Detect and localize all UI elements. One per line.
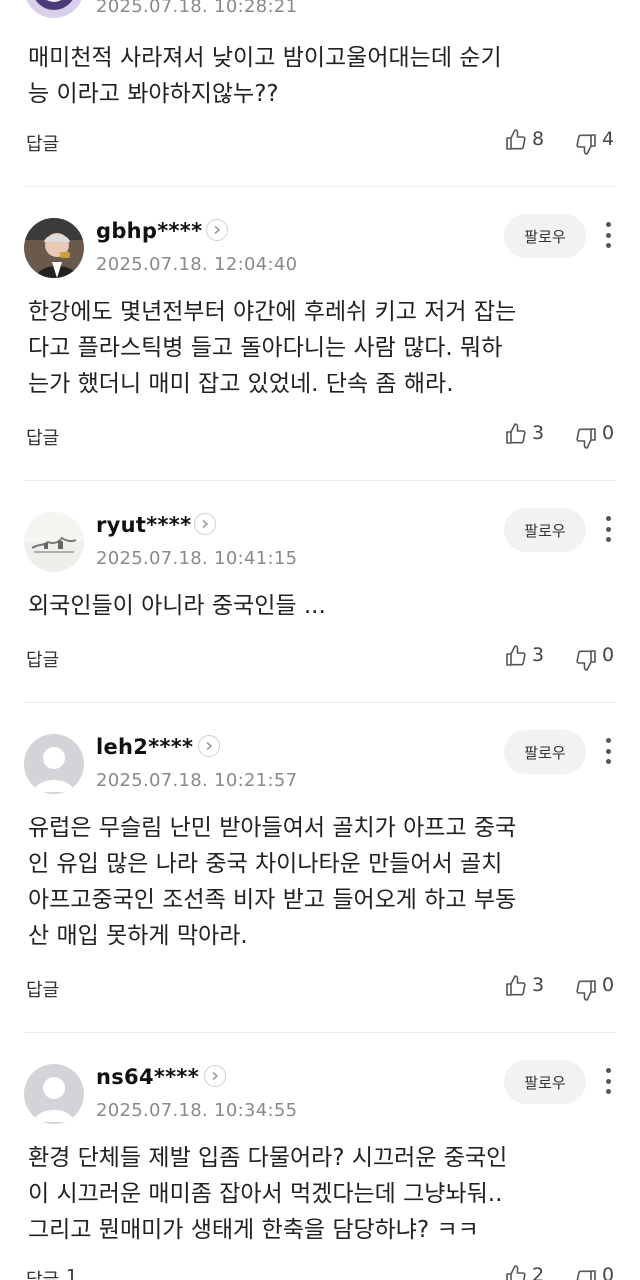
chevron-right-icon[interactable] [194,513,216,535]
reply-button[interactable]: 답글 [26,1266,59,1280]
reply-button[interactable]: 답글 [26,130,59,156]
comment-timestamp: 2025.07.18. 10:28:21 [96,0,298,17]
dislike-count: 0 [602,1264,615,1280]
reply-button[interactable]: 답글 [26,424,59,450]
comment-body: 매미천적 사라져서 낮이고 밤이고울어대는데 순기 능 이라고 봐야하지않누?? [28,45,502,107]
follow-button[interactable]: 팔로우 [504,214,586,258]
like-count: 8 [532,128,545,150]
thumbs-down-icon[interactable] [574,978,598,1002]
comment-body: 환경 단체들 제발 입좀 다물어라? 시끄러운 중국인 이 시끄러운 매미좀 잡… [28,1145,508,1243]
thumbs-up-icon[interactable] [504,644,528,668]
thumbs-down-icon[interactable] [574,648,598,672]
comment-divider [24,1032,616,1033]
comment-timestamp: 2025.07.18. 12:04:40 [96,254,298,275]
username[interactable]: leh2**** [96,735,193,759]
thumbs-up-icon[interactable] [504,422,528,446]
reply-button[interactable]: 답글 [26,976,59,1002]
thumbs-up-icon[interactable] [504,128,528,152]
comment-divider [24,480,616,481]
like-count: 3 [532,422,545,444]
username[interactable]: ns64**** [96,1065,199,1089]
avatar[interactable] [24,0,84,18]
follow-button[interactable]: 팔로우 [504,508,586,552]
comment-body: 유럽은 무슬림 난민 받아들여서 골치가 아프고 중국 인 유입 많은 나라 중… [28,815,517,949]
more-vertical-icon[interactable] [600,736,616,766]
comment-divider [24,186,616,187]
more-vertical-icon[interactable] [600,220,616,250]
thumbs-up-icon[interactable] [504,1264,528,1280]
thumbs-down-icon[interactable] [574,1268,598,1280]
more-vertical-icon[interactable] [600,1066,616,1096]
username[interactable]: ryut**** [96,513,191,537]
avatar[interactable] [24,512,84,572]
avatar[interactable] [24,734,84,794]
more-vertical-icon[interactable] [600,514,616,544]
avatar[interactable] [24,1064,84,1124]
dislike-count: 0 [602,974,615,996]
comment-divider [24,702,616,703]
reply-button[interactable]: 답글 [26,646,59,672]
chevron-right-icon[interactable] [206,219,228,241]
dislike-count: 0 [602,644,615,666]
thumbs-down-icon[interactable] [574,426,598,450]
comment-timestamp: 2025.07.18. 10:34:55 [96,1100,298,1121]
thumbs-up-icon[interactable] [504,974,528,998]
avatar[interactable] [24,218,84,278]
username[interactable]: gbhp**** [96,219,202,243]
like-count: 2 [532,1264,545,1280]
dislike-count: 4 [602,128,615,150]
comment-timestamp: 2025.07.18. 10:21:57 [96,770,298,791]
comment-timestamp: 2025.07.18. 10:41:15 [96,548,298,569]
like-count: 3 [532,974,545,996]
chevron-right-icon[interactable] [204,1065,226,1087]
dislike-count: 0 [602,422,615,444]
like-count: 3 [532,644,545,666]
follow-button[interactable]: 팔로우 [504,1060,586,1104]
comment-body: 외국인들이 아니라 중국인들 ... [28,593,326,619]
comment-body: 한강에도 몇년전부터 야간에 후레쉬 키고 저거 잡는 다고 플라스틱병 들고 … [28,299,517,397]
thumbs-down-icon[interactable] [574,132,598,156]
reply-count: 1 [66,1266,78,1280]
follow-button[interactable]: 팔로우 [504,730,586,774]
chevron-right-icon[interactable] [198,735,220,757]
